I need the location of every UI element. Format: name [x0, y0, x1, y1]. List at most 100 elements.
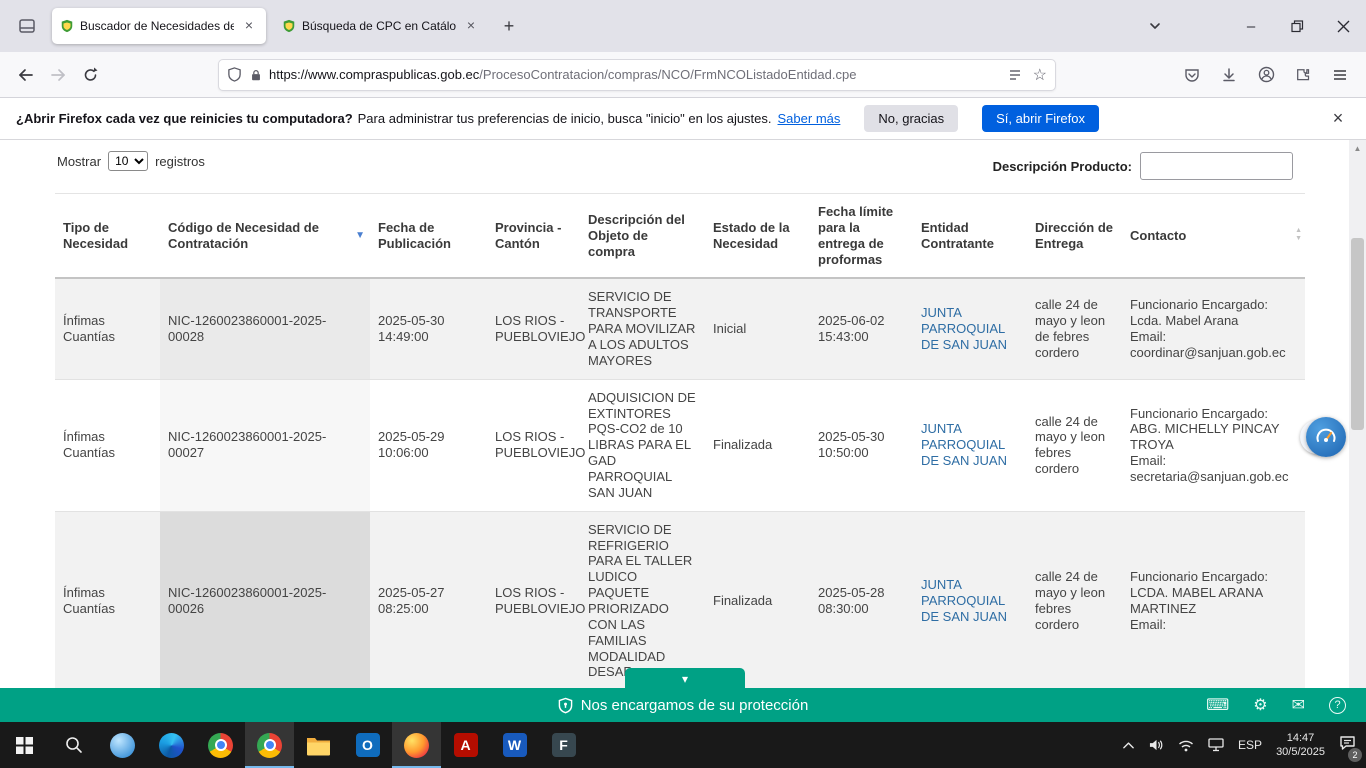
tab-close-icon[interactable]: ×	[462, 17, 480, 35]
page-size-select[interactable]: 10	[108, 151, 148, 171]
col-header-entidad[interactable]: Entidad Contratante	[913, 194, 1027, 279]
pocket-icon[interactable]	[1176, 59, 1208, 91]
network-icon[interactable]	[1178, 739, 1194, 752]
edge-icon	[159, 733, 184, 758]
cell-fecha-limite: 2025-06-02 15:43:00	[810, 278, 913, 379]
product-filter-input[interactable]	[1140, 152, 1293, 180]
firefox-icon	[404, 733, 429, 758]
col-header-provincia[interactable]: Provincia - Cantón	[487, 194, 580, 279]
help-icon[interactable]: ?	[1329, 697, 1346, 714]
lock-icon[interactable]	[249, 68, 263, 82]
bookmark-star-icon[interactable]: ☆	[1033, 65, 1047, 85]
notification-text: Para administrar tus preferencias de ini…	[358, 111, 772, 126]
taskbar-icon-chrome-active[interactable]	[245, 722, 294, 768]
cell-tipo: Ínfimas Cuantías	[55, 511, 160, 688]
cell-estado: Finalizada	[705, 511, 810, 688]
cell-direccion: calle 24 de mayo y leon de febres corder…	[1027, 278, 1122, 379]
scroll-up-icon[interactable]: ▲	[1349, 140, 1366, 156]
learn-more-link[interactable]: Saber más	[778, 111, 841, 126]
settings-gear-icon[interactable]: ⚙	[1253, 695, 1267, 715]
taskbar-icon-acrobat[interactable]: A	[441, 722, 490, 768]
col-header-estado[interactable]: Estado de la Necesidad	[705, 194, 810, 279]
notification-bar: ¿Abrir Firefox cada vez que reinicies tu…	[0, 98, 1366, 140]
window-close-button[interactable]	[1320, 0, 1366, 52]
keyboard-icon[interactable]: ⌨	[1206, 695, 1229, 715]
account-icon[interactable]	[1250, 59, 1282, 91]
chat-expand-button[interactable]: ▾	[625, 668, 745, 688]
cell-provincia: LOS RIOS - PUEBLOVIEJO	[487, 379, 580, 511]
page-scrollbar[interactable]: ▲	[1349, 140, 1366, 688]
extensions-icon[interactable]	[1287, 59, 1319, 91]
window-restore-button[interactable]	[1274, 0, 1320, 52]
taskbar-icon-word[interactable]: W	[490, 722, 539, 768]
sort-both-icon[interactable]: ▲▼	[1295, 227, 1302, 243]
tab-favicon	[282, 19, 296, 33]
cell-fecha-publicacion: 2025-05-30 14:49:00	[370, 278, 487, 379]
volume-icon[interactable]	[1149, 738, 1164, 752]
taskbar-icon-file-explorer[interactable]	[294, 722, 343, 768]
entidad-link[interactable]: JUNTA PARROQUIAL DE SAN JUAN	[921, 421, 1007, 468]
back-icon[interactable]	[10, 59, 42, 91]
firefox-view-icon[interactable]	[10, 9, 44, 43]
notification-close-icon[interactable]: ×	[1326, 107, 1350, 131]
floating-speed-widget[interactable]	[1302, 417, 1346, 457]
necesidades-table: Tipo de Necesidad Código de Necesidad de…	[55, 193, 1305, 688]
language-indicator[interactable]: ESP	[1238, 738, 1262, 752]
page-size-controls: Mostrar 10 registros	[57, 151, 205, 171]
show-label: Mostrar	[57, 154, 101, 169]
reader-view-icon[interactable]	[1007, 67, 1023, 83]
word-icon: W	[503, 733, 527, 757]
cell-contacto: Funcionario Encargado: LCDA. MABEL ARANA…	[1122, 511, 1305, 688]
table-row[interactable]: Ínfimas Cuantías NIC-1260023860001-2025-…	[55, 278, 1305, 379]
col-header-fecha-limite[interactable]: Fecha límite para la entrega de proforma…	[810, 194, 913, 279]
tab-busqueda-cpc[interactable]: Búsqueda de CPC en Catálogo I ×	[274, 8, 488, 44]
col-header-descripcion[interactable]: Descripción del Objeto de compra	[580, 194, 705, 279]
action-center-icon[interactable]: 2	[1339, 735, 1356, 756]
tab-close-icon[interactable]: ×	[240, 17, 258, 35]
start-button[interactable]	[0, 722, 49, 768]
notification-question: ¿Abrir Firefox cada vez que reinicies tu…	[16, 111, 353, 126]
touch-keyboard-icon[interactable]	[1208, 738, 1224, 752]
scrollbar-thumb[interactable]	[1351, 238, 1364, 430]
col-header-codigo[interactable]: Código de Necesidad de Contratación▼	[160, 194, 370, 279]
col-header-direccion[interactable]: Dirección de Entrega	[1027, 194, 1122, 279]
window-minimize-button[interactable]: –	[1228, 0, 1274, 52]
taskbar-icon-edge[interactable]	[147, 722, 196, 768]
url-path: /ProcesoContratacion/compras/NCO/FrmNCOL…	[479, 67, 856, 82]
col-header-tipo[interactable]: Tipo de Necesidad	[55, 194, 160, 279]
col-header-contacto[interactable]: Contacto▲▼	[1122, 194, 1305, 279]
downloads-icon[interactable]	[1213, 59, 1245, 91]
list-all-tabs-icon[interactable]	[1138, 9, 1172, 43]
entidad-link[interactable]: JUNTA PARROQUIAL DE SAN JUAN	[921, 577, 1007, 624]
sort-descending-icon[interactable]: ▼	[355, 230, 365, 242]
taskbar-icon-outlook[interactable]: O	[343, 722, 392, 768]
taskbar-icon-firefox[interactable]	[392, 722, 441, 768]
forward-icon[interactable]	[42, 59, 74, 91]
tray-expand-icon[interactable]	[1122, 740, 1135, 750]
taskbar-date: 30/5/2025	[1276, 745, 1325, 759]
cell-descripcion: SERVICIO DE TRANSPORTE PARA MOVILIZAR A …	[580, 278, 705, 379]
mail-icon[interactable]: ✉	[1292, 695, 1305, 715]
url-bar[interactable]: https://www.compraspublicas.gob.ec/Proce…	[218, 59, 1056, 91]
decline-button[interactable]: No, gracias	[864, 105, 958, 132]
taskbar-clock[interactable]: 14:47 30/5/2025	[1276, 731, 1325, 760]
taskbar-icon-app-f[interactable]: F	[539, 722, 588, 768]
reload-icon[interactable]	[74, 59, 106, 91]
table-row[interactable]: Ínfimas Cuantías NIC-1260023860001-2025-…	[55, 379, 1305, 511]
entidad-link[interactable]: JUNTA PARROQUIAL DE SAN JUAN	[921, 305, 1007, 352]
outlook-icon: O	[356, 733, 380, 757]
cell-tipo: Ínfimas Cuantías	[55, 379, 160, 511]
table-row[interactable]: Ínfimas Cuantías NIC-1260023860001-2025-…	[55, 511, 1305, 688]
tab-buscador-necesidades[interactable]: Buscador de Necesidades de Co ×	[52, 8, 266, 44]
new-tab-button[interactable]: +	[494, 11, 524, 41]
taskbar-search-icon[interactable]	[49, 722, 98, 768]
col-header-fecha-publicacion[interactable]: Fecha de Publicación	[370, 194, 487, 279]
menu-icon[interactable]	[1324, 59, 1356, 91]
tracking-shield-icon[interactable]	[227, 67, 242, 82]
accept-button[interactable]: Sí, abrir Firefox	[982, 105, 1099, 132]
cell-fecha-limite: 2025-05-28 08:30:00	[810, 511, 913, 688]
cell-contacto: Funcionario Encargado: Lcda. Mabel Arana…	[1122, 278, 1305, 379]
taskbar-icon-cortana[interactable]	[98, 722, 147, 768]
cell-fecha-limite: 2025-05-30 10:50:00	[810, 379, 913, 511]
taskbar-icon-chrome[interactable]	[196, 722, 245, 768]
